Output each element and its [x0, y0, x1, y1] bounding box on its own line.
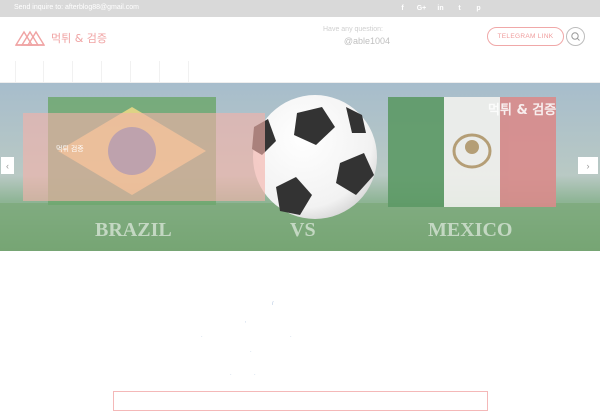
- pinterest-icon[interactable]: p: [469, 2, 488, 15]
- question-label: Have any question:: [323, 26, 383, 33]
- slider-prev-button[interactable]: ‹: [1, 157, 14, 174]
- team-left-label: BRAZIL: [95, 219, 172, 241]
- logo-mark-icon: [15, 30, 45, 46]
- content-mark: ·: [254, 372, 256, 378]
- hero-caption-heading: 먹튀 검증: [56, 146, 84, 153]
- question-contact: @able1004: [343, 36, 390, 46]
- social-links: f G+ in t p: [393, 2, 488, 15]
- facebook-icon[interactable]: f: [393, 2, 412, 15]
- hero-slider: 먹튀 & 검증 먹튀 검증 BRAZIL VS MEXICO ‹ ›: [0, 83, 600, 251]
- slider-next-button[interactable]: ›: [578, 157, 598, 174]
- football: [252, 95, 377, 219]
- nav-item-3[interactable]: [73, 61, 102, 82]
- nav-item-6[interactable]: [160, 61, 189, 82]
- nav-item-2[interactable]: [44, 61, 73, 82]
- content-mark: ,: [245, 318, 247, 324]
- content-mark: /: [272, 301, 274, 307]
- site-header: 먹튀 & 검증 Have any question: @able1004 TEL…: [0, 17, 600, 61]
- nav-item-5[interactable]: [131, 61, 160, 82]
- chevron-right-icon: ›: [586, 160, 590, 171]
- contact-question: Have any question: @able1004: [323, 26, 390, 46]
- search-icon: [571, 32, 580, 41]
- content-mark: ·: [201, 334, 203, 340]
- content-mark: ·: [250, 349, 252, 355]
- hero-caption-box: 먹튀 검증: [23, 113, 265, 201]
- hero-title: 먹튀 & 검증: [488, 103, 557, 118]
- brand-name: 먹튀 & 검증: [51, 32, 108, 45]
- content-box: [113, 391, 488, 411]
- google-plus-icon[interactable]: G+: [412, 2, 431, 15]
- nav-item-4[interactable]: [102, 61, 131, 82]
- search-button[interactable]: [566, 27, 585, 46]
- versus-label: VS: [290, 219, 316, 241]
- telegram-link-button[interactable]: TELEGRAM LINK: [487, 27, 564, 46]
- chevron-left-icon: ‹: [6, 160, 9, 171]
- site-logo[interactable]: 먹튀 & 검증: [15, 30, 107, 46]
- twitter-icon[interactable]: t: [450, 2, 469, 15]
- contact-email: Send inquire to: afterblog88@gmail.com: [14, 4, 140, 11]
- team-right-label: MEXICO: [428, 219, 513, 241]
- linkedin-icon[interactable]: in: [431, 2, 450, 15]
- nav-item-1[interactable]: [15, 61, 44, 82]
- content-mark: ·: [230, 372, 232, 378]
- main-nav: [15, 61, 189, 82]
- content-mark: ·: [290, 334, 292, 340]
- top-bar: Send inquire to: afterblog88@gmail.com f…: [0, 0, 600, 17]
